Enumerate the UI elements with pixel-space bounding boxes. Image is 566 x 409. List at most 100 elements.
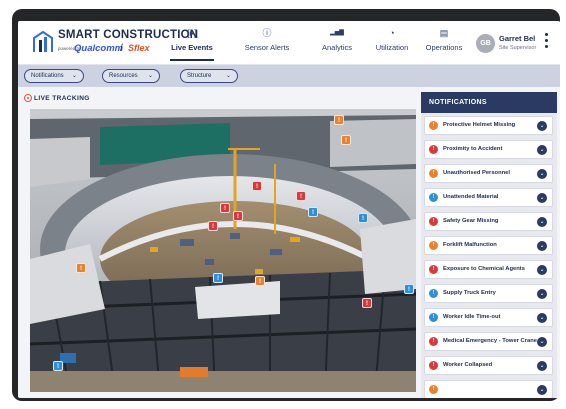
notification-label: Protective Helmet Missing bbox=[443, 122, 516, 128]
resources-filter-dropdown[interactable]: Resources ⌄ bbox=[102, 69, 160, 83]
truck-icon: ! bbox=[429, 289, 438, 298]
alert-marker-icon[interactable]: ! bbox=[208, 221, 218, 231]
building-logo-icon bbox=[33, 30, 53, 52]
clipboard-icon: ▤ bbox=[439, 28, 449, 38]
user-role: Site Supervisor bbox=[499, 45, 537, 51]
chevron-down-icon[interactable]: ⌄ bbox=[537, 289, 547, 299]
chevron-down-icon[interactable]: ⌄ bbox=[537, 145, 547, 155]
medical-icon: ! bbox=[429, 337, 438, 346]
filter-label: Structure bbox=[187, 73, 212, 79]
notification-item[interactable]: ! Worker Idle Time-out ⌄ bbox=[424, 308, 553, 327]
notification-label: Medical Emergency - Tower Crane bbox=[443, 338, 537, 344]
filter-label: Resources bbox=[109, 73, 138, 79]
nav-sensor-alerts[interactable]: ⓘ Sensor Alerts bbox=[242, 27, 292, 61]
collapsed-icon: ! bbox=[429, 361, 438, 370]
live-tracking-title: LIVE TRACKING bbox=[34, 95, 90, 102]
notification-label: Unattended Material bbox=[443, 194, 499, 200]
chevron-down-icon[interactable]: ⌄ bbox=[537, 337, 547, 347]
warning-marker-icon[interactable]: ! bbox=[255, 276, 265, 286]
notification-item[interactable]: ! Medical Emergency - Tower Crane ⌄ bbox=[424, 332, 553, 351]
notification-item[interactable]: ! Unauthorised Personnel ⌄ bbox=[424, 164, 553, 183]
app-screen: SMART CONSTRUCTION powered by Qualcomm /… bbox=[18, 21, 560, 398]
chemical-icon: ! bbox=[429, 265, 438, 274]
notification-label: Unauthorised Personnel bbox=[443, 170, 510, 176]
person-warning-icon: ! bbox=[429, 169, 438, 178]
bar-chart-icon: ▂▅▇ bbox=[330, 30, 344, 36]
warning-marker-icon[interactable]: ! bbox=[334, 115, 344, 125]
notification-item[interactable]: ! Safety Gear Missing ⌄ bbox=[424, 212, 553, 231]
notification-label: Worker Idle Time-out bbox=[443, 314, 501, 320]
construction-site-image bbox=[30, 109, 416, 392]
notification-label: Proximity to Accident bbox=[443, 146, 503, 152]
structure-filter-dropdown[interactable]: Structure ⌄ bbox=[180, 69, 238, 83]
notification-label: Safety Gear Missing bbox=[443, 218, 499, 224]
chevron-down-icon[interactable]: ⌄ bbox=[537, 313, 547, 323]
info-marker-icon[interactable]: ! bbox=[53, 361, 63, 371]
alert-marker-icon[interactable]: ! bbox=[362, 298, 372, 308]
filter-bar: Notifications ⌄ Resources ⌄ Structure ⌄ bbox=[18, 65, 560, 87]
notification-label: Forklift Malfunction bbox=[443, 242, 497, 248]
notification-item[interactable]: ! Forklift Malfunction ⌄ bbox=[424, 236, 553, 255]
nav-analytics[interactable]: ▂▅▇ Analytics bbox=[317, 27, 357, 61]
warning-marker-icon[interactable]: ! bbox=[341, 135, 351, 145]
notifications-title: NOTIFICATIONS bbox=[421, 92, 557, 113]
chevron-down-icon[interactable]: ⌄ bbox=[537, 241, 547, 251]
nav-live-events[interactable]: [▸] Live Events bbox=[170, 27, 214, 61]
live-site-camera-feed[interactable] bbox=[30, 109, 416, 392]
clock-icon: ! bbox=[429, 313, 438, 322]
notifications-panel: NOTIFICATIONS ! Protective Helmet Missing… bbox=[421, 92, 557, 398]
nav-utilization[interactable]: ◔ Utilization bbox=[371, 27, 413, 61]
filter-label: Notifications bbox=[31, 73, 64, 79]
more-menu-icon[interactable] bbox=[545, 33, 549, 53]
nav-operations[interactable]: ▤ Operations bbox=[422, 27, 466, 61]
chevron-down-icon[interactable]: ⌄ bbox=[537, 265, 547, 275]
notification-item[interactable]: ! Exposure to Chemical Agents ⌄ bbox=[424, 260, 553, 279]
notification-item[interactable]: ! ⌄ bbox=[424, 380, 553, 398]
helmet-icon: ! bbox=[429, 121, 438, 130]
chevron-down-icon: ⌄ bbox=[225, 73, 231, 79]
alert-marker-icon[interactable]: ! bbox=[220, 203, 230, 213]
material-icon: ! bbox=[429, 193, 438, 202]
notification-item[interactable]: ! Proximity to Accident ⌄ bbox=[424, 140, 553, 159]
nav-label: Utilization bbox=[375, 43, 409, 52]
notifications-filter-dropdown[interactable]: Notifications ⌄ bbox=[24, 69, 84, 83]
info-marker-icon[interactable]: ! bbox=[213, 273, 223, 283]
notification-item[interactable]: ! Worker Collapsed ⌄ bbox=[424, 356, 553, 375]
notification-label: Supply Truck Entry bbox=[443, 290, 496, 296]
forklift-icon: ! bbox=[429, 241, 438, 250]
chevron-down-icon[interactable]: ⌄ bbox=[537, 217, 547, 227]
gauge-icon: ◔ bbox=[389, 28, 395, 38]
partner-logo: Sflex bbox=[128, 43, 150, 53]
notification-label: Worker Collapsed bbox=[443, 362, 493, 368]
alert-marker-icon[interactable]: ! bbox=[252, 181, 262, 191]
chevron-down-icon: ⌄ bbox=[147, 73, 153, 79]
chevron-down-icon[interactable]: ⌄ bbox=[537, 361, 547, 371]
chevron-down-icon: ⌄ bbox=[71, 73, 77, 79]
info-marker-icon[interactable]: ! bbox=[308, 207, 318, 217]
notification-label: Exposure to Chemical Agents bbox=[443, 266, 525, 272]
alert-marker-icon[interactable]: ! bbox=[296, 191, 306, 201]
active-tab-indicator bbox=[170, 59, 214, 61]
vest-icon: ! bbox=[429, 217, 438, 226]
nav-label: Analytics bbox=[321, 43, 352, 52]
notification-item[interactable]: ! Protective Helmet Missing ⌄ bbox=[424, 116, 553, 135]
notification-item[interactable]: ! Supply Truck Entry ⌄ bbox=[424, 284, 553, 303]
user-name: Garret Bel bbox=[499, 34, 536, 43]
chevron-down-icon[interactable]: ⌄ bbox=[537, 169, 547, 179]
chevron-down-icon[interactable]: ⌄ bbox=[537, 385, 547, 395]
avatar[interactable]: GB bbox=[476, 34, 495, 53]
warning-icon: ! bbox=[429, 385, 438, 394]
alert-circle-icon: ⓘ bbox=[262, 28, 272, 38]
warning-marker-icon[interactable]: ! bbox=[76, 263, 86, 273]
chevron-down-icon[interactable]: ⌄ bbox=[537, 193, 547, 203]
partner-separator: / bbox=[120, 43, 123, 54]
nav-label: Sensor Alerts bbox=[244, 43, 290, 52]
info-marker-icon[interactable]: ! bbox=[404, 284, 414, 294]
live-target-icon bbox=[24, 94, 32, 102]
notification-item[interactable]: ! Unattended Material ⌄ bbox=[424, 188, 553, 207]
alert-marker-icon[interactable]: ! bbox=[233, 211, 243, 221]
play-icon: [▸] bbox=[187, 28, 197, 38]
nav-label: Live Events bbox=[171, 43, 213, 52]
info-marker-icon[interactable]: ! bbox=[358, 213, 368, 223]
chevron-down-icon[interactable]: ⌄ bbox=[537, 121, 547, 131]
